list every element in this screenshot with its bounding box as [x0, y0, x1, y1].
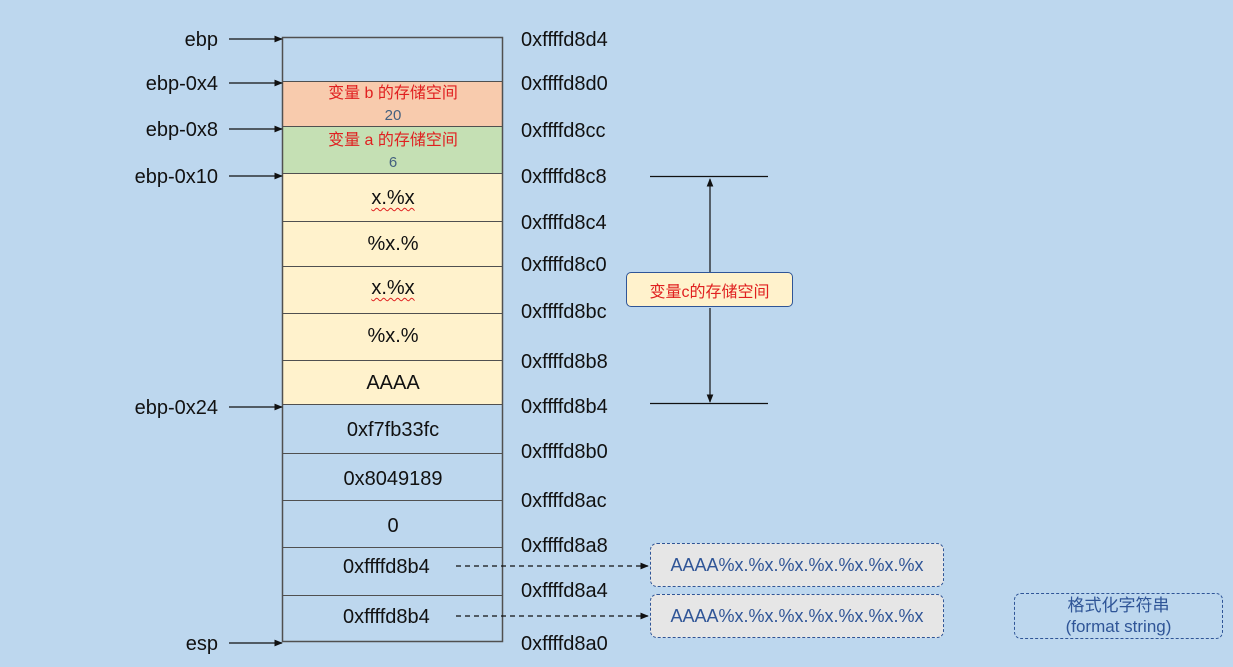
address-label: 0xffffd8d4 — [521, 29, 608, 51]
register-arrows — [229, 35, 283, 647]
var-c-callout-text: 变量c的存储空间 — [649, 283, 770, 301]
var-b-label: 变量 b 的存储空间 — [328, 85, 458, 102]
address-label: 0xffffd8d0 — [521, 73, 608, 95]
stack-cell-4: 0xffffd8b4 — [343, 556, 430, 578]
var-c-cell-1: x.%x — [284, 188, 502, 208]
address-label: 0xffffd8cc — [521, 120, 606, 142]
address-label: 0xffffd8b0 — [521, 441, 608, 463]
register-ebp-0x10: ebp-0x10 — [134, 166, 218, 188]
address-label: 0xffffd8b4 — [521, 396, 608, 418]
stack-cell-1: 0xf7fb33fc — [346, 419, 440, 441]
address-label: 0xffffd8b8 — [521, 351, 608, 373]
address-label: 0xffffd8a0 — [521, 633, 608, 655]
register-ebp-0x8: ebp-0x8 — [145, 119, 218, 141]
address-label: 0xffffd8ac — [521, 490, 607, 512]
var-c-cell-3-text: x.%x — [371, 277, 415, 299]
address-label: 0xffffd8c4 — [521, 212, 607, 234]
var-c-cell-2: %x.% — [367, 233, 419, 255]
format-string-note: 格式化字符串 (format string) — [1014, 593, 1223, 639]
var-a-value: 6 — [388, 154, 398, 171]
stack-diagram — [229, 35, 768, 647]
address-label: 0xffffd8c8 — [521, 166, 607, 188]
stack-cell-5: 0xffffd8b4 — [343, 606, 430, 628]
var-c-cell-4: %x.% — [367, 325, 419, 347]
var-a-label: 变量 a 的存储空间 — [328, 132, 458, 149]
var-c-cell-5: AAAA — [366, 372, 420, 394]
note-line-1: 格式化字符串 — [1067, 596, 1170, 615]
format-string-box-2: AAAA%x.%x.%x.%x.%x.%x.%x — [650, 594, 944, 638]
address-label: 0xffffd8bc — [521, 301, 607, 323]
format-string-text: AAAA%x.%x.%x.%x.%x.%x.%x — [670, 554, 924, 575]
format-string-box-1: AAAA%x.%x.%x.%x.%x.%x.%x — [650, 543, 944, 587]
stack-cell-3: 0 — [387, 515, 399, 537]
var-c-cell-3: x.%x — [284, 278, 502, 298]
var-c-cell-1-text: x.%x — [371, 187, 415, 209]
register-ebp: ebp — [184, 29, 218, 51]
var-c-callout: 变量c的存储空间 — [626, 272, 793, 307]
note-line-2: (format string) — [1065, 617, 1172, 636]
address-label: 0xffffd8a4 — [521, 580, 608, 602]
address-label: 0xffffd8a8 — [521, 535, 608, 557]
register-ebp-0x4: ebp-0x4 — [145, 73, 218, 95]
register-ebp-0x24: ebp-0x24 — [134, 397, 218, 419]
register-esp: esp — [185, 633, 218, 655]
stack-cell-2: 0x8049189 — [343, 468, 443, 490]
address-label: 0xffffd8c0 — [521, 254, 607, 276]
var-b-value: 20 — [384, 107, 402, 124]
format-string-text: AAAA%x.%x.%x.%x.%x.%x.%x — [670, 605, 924, 626]
